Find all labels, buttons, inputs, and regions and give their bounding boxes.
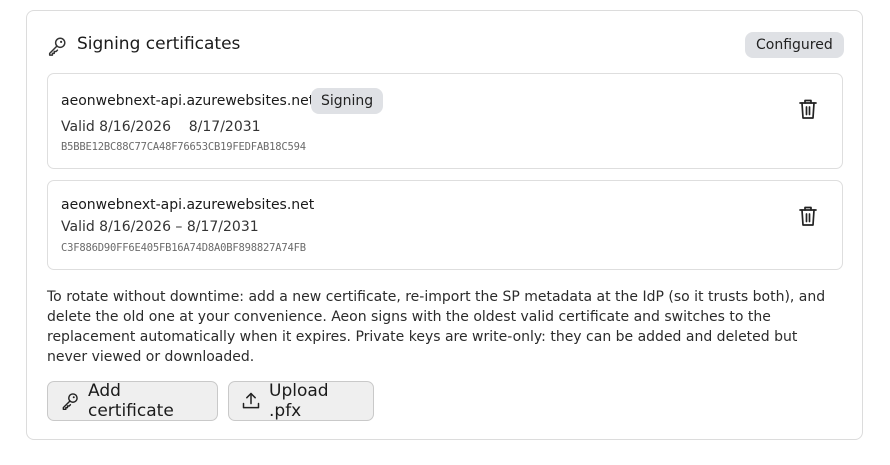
trash-icon[interactable] — [798, 205, 818, 227]
key-icon — [48, 37, 66, 56]
certificate-thumbprint: C3F886D90FF6E405FB16A74D8A0BF898827A74FB — [61, 242, 306, 254]
certificate-thumbprint: B5BBE12BC88C77CA48F76653CB19FEDFAB18C594 — [61, 141, 306, 153]
rotation-help-text: To rotate without downtime: add a new ce… — [47, 289, 826, 365]
upload-pfx-label: Upload .pfx — [269, 381, 329, 421]
certificate-validity: Valid 8/16/2026 8/17/2031 — [61, 119, 261, 135]
key-icon — [62, 393, 78, 411]
certificate-name: aeonwebnext-api.azurewebsites.net — [61, 197, 315, 213]
upload-pfx-button[interactable]: Upload .pfx — [228, 381, 374, 421]
add-certificate-button[interactable]: Add certificate — [47, 381, 218, 421]
certificate-item: aeonwebnext-api.azurewebsites.net Signin… — [47, 73, 843, 169]
trash-icon[interactable] — [798, 98, 818, 120]
certificate-validity: Valid 8/16/2026 – 8/17/2031 — [61, 219, 259, 235]
section-title: Signing certificates — [77, 34, 241, 54]
certificate-name: aeonwebnext-api.azurewebsites.net — [61, 93, 315, 109]
upload-icon — [242, 392, 260, 409]
signing-badge: Signing — [311, 88, 384, 114]
add-certificate-label: Add certificate — [88, 381, 174, 421]
certificate-item: aeonwebnext-api.azurewebsites.net Valid … — [47, 180, 843, 270]
status-badge: Configured — [745, 32, 844, 58]
